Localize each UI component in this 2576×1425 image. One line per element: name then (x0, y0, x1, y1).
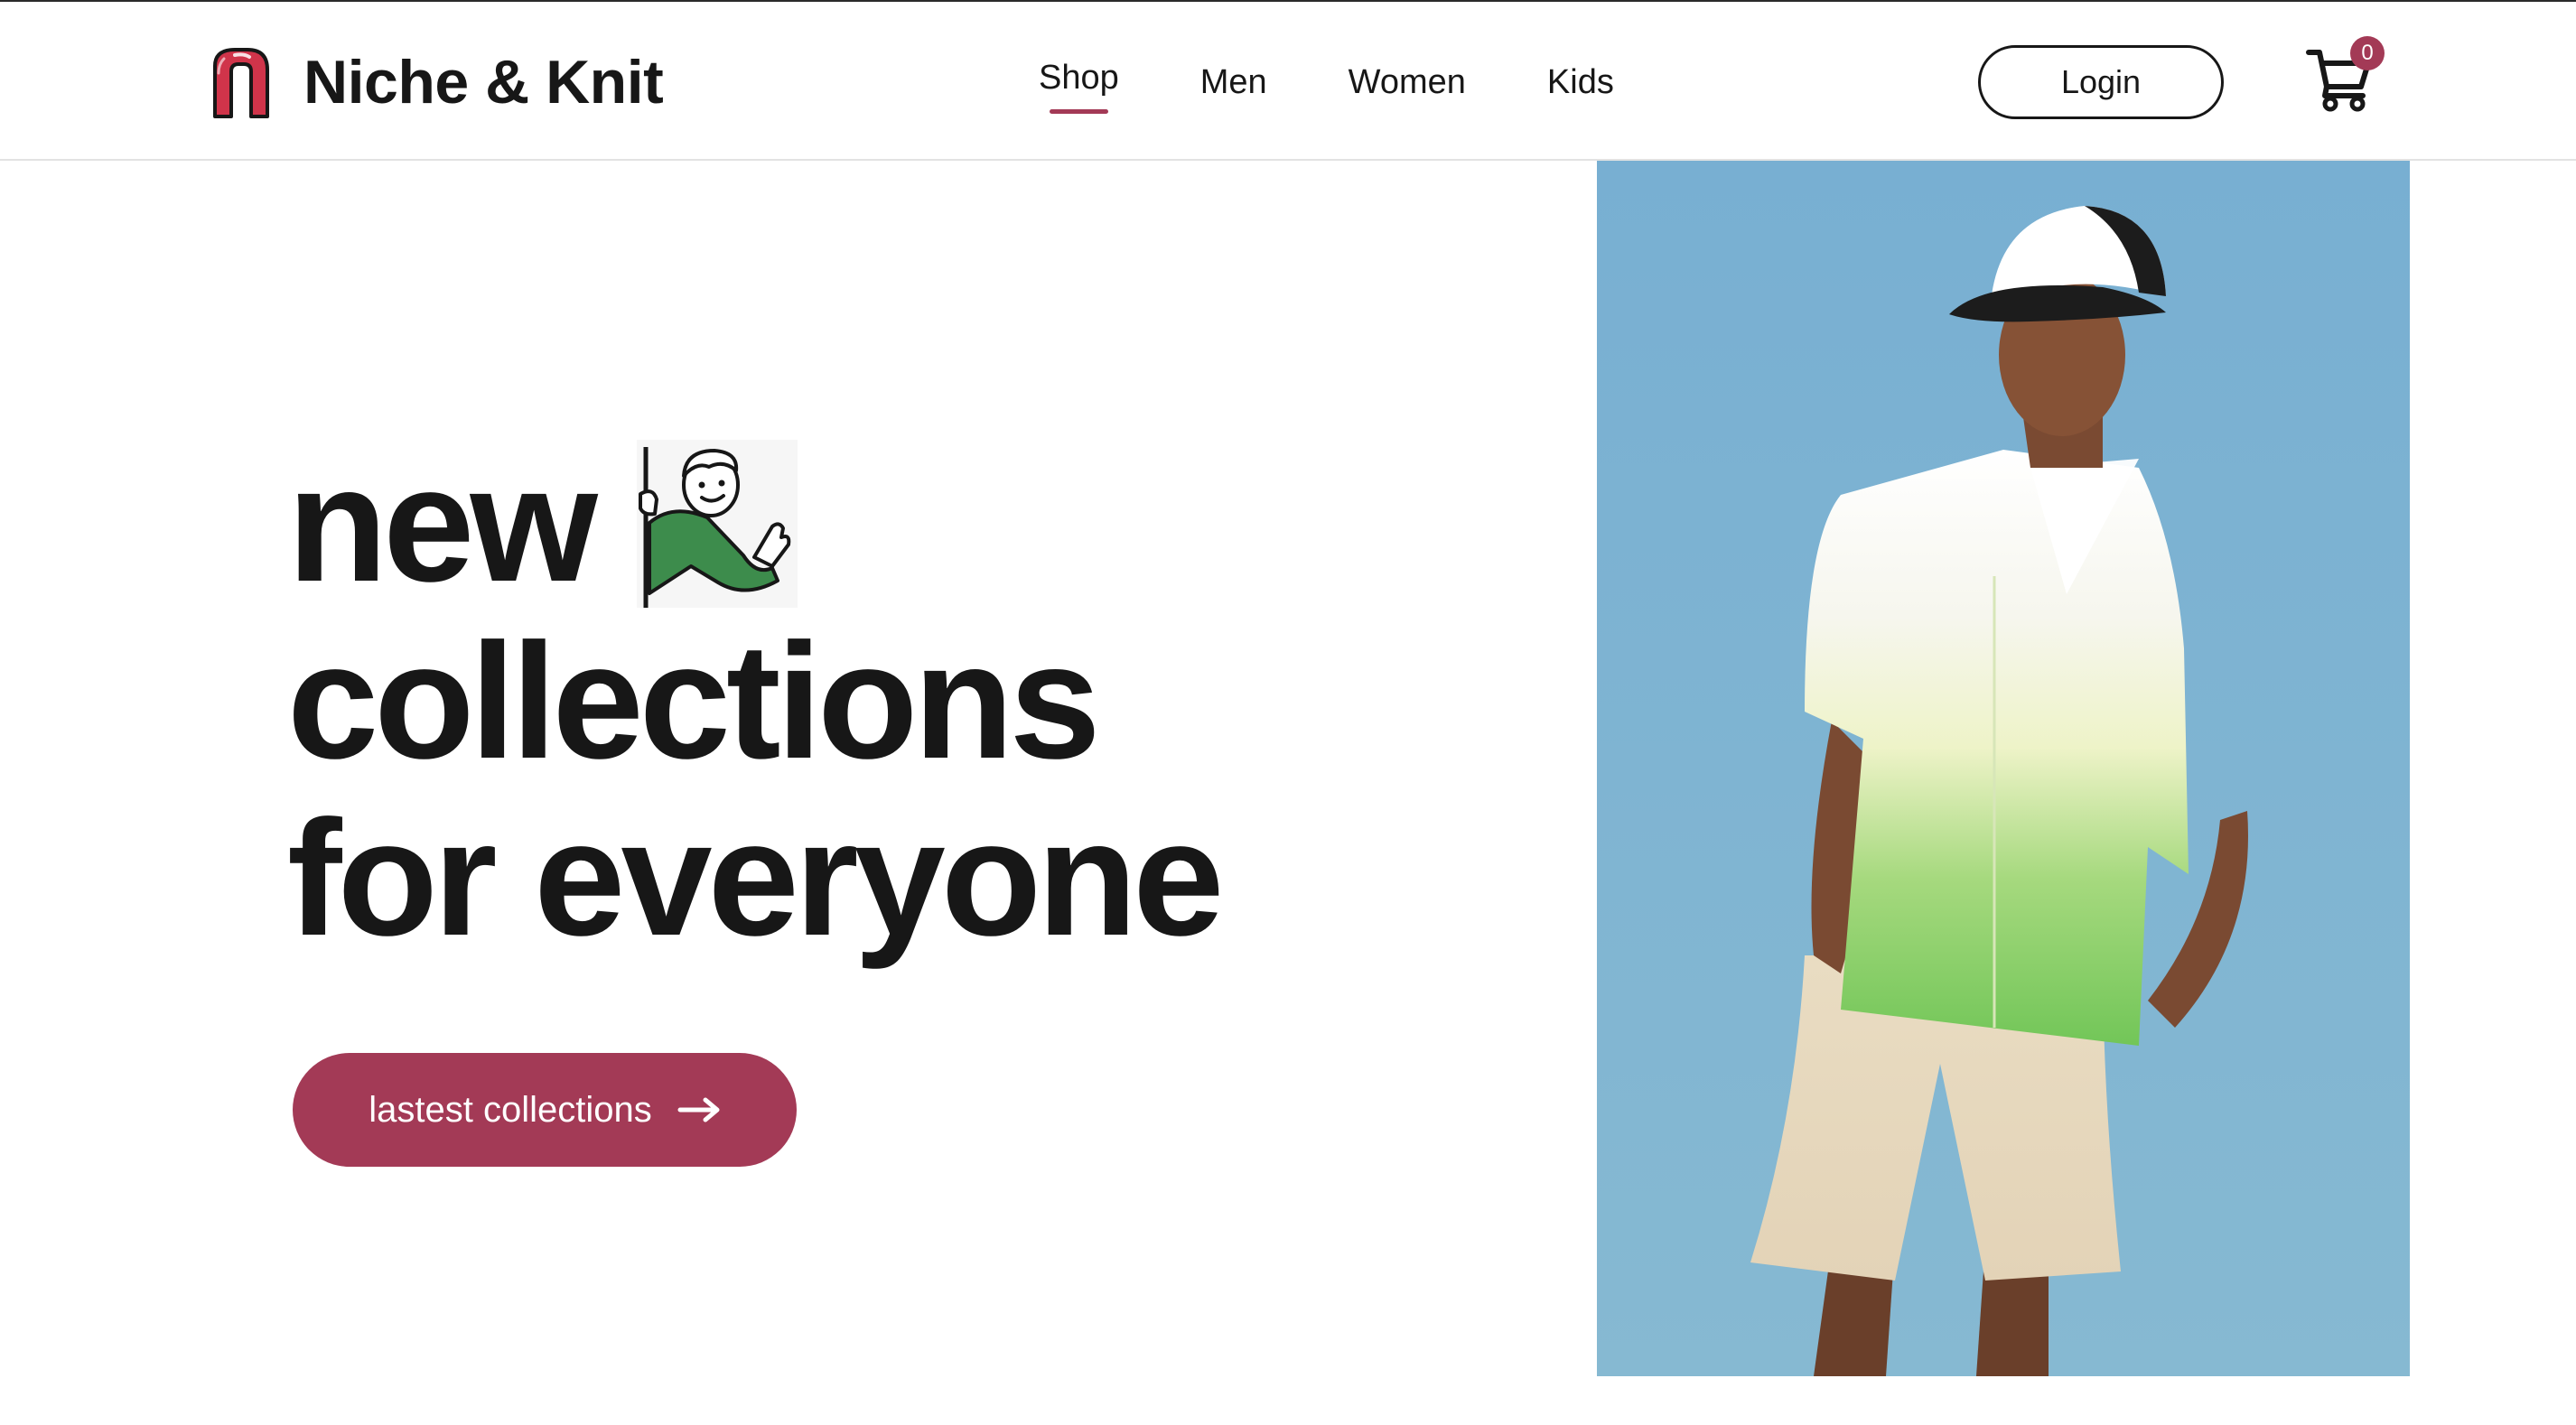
hero-model-photo (1597, 161, 2410, 1376)
nav-item-shop[interactable]: Shop (1039, 49, 1119, 114)
brand-name: Niche & Knit (303, 48, 664, 116)
nav-item-women[interactable]: Women (1349, 49, 1466, 116)
cart-count-badge: 0 (2350, 36, 2385, 70)
nav-item-label: Kids (1546, 63, 1614, 101)
nav-item-men[interactable]: Men (1200, 49, 1267, 116)
waving-man-illustration-icon (636, 440, 798, 608)
nav-item-label: Men (1199, 63, 1267, 101)
nav-item-label: Shop (1039, 59, 1119, 97)
arrow-right-icon (677, 1097, 720, 1122)
active-nav-indicator (1050, 109, 1108, 114)
nav-item-label: Women (1348, 63, 1466, 101)
n-letter-logo-icon (213, 48, 269, 118)
cta-label: lastest collections (369, 1089, 652, 1130)
site-header: Niche & Knit Shop Men Women Kids Login 0 (0, 2, 2576, 161)
main-nav: Shop Men Women Kids (1039, 49, 1614, 116)
latest-collections-button[interactable]: lastest collections (293, 1053, 797, 1167)
nav-item-kids[interactable]: Kids (1547, 49, 1614, 116)
hero-line-1: new (287, 432, 598, 616)
cart-button[interactable]: 0 (2305, 36, 2385, 112)
hero-heading: new collections for everyone (287, 435, 1224, 970)
hero-line-3: for everyone (287, 786, 1224, 970)
hero-line-2: collections (287, 609, 1101, 793)
login-button[interactable]: Login (1978, 45, 2224, 119)
page: Niche & Knit Shop Men Women Kids Login 0… (0, 0, 2576, 1425)
brand-home-link[interactable]: Niche & Knit (208, 43, 664, 121)
hero-line-first: new (287, 435, 1219, 612)
